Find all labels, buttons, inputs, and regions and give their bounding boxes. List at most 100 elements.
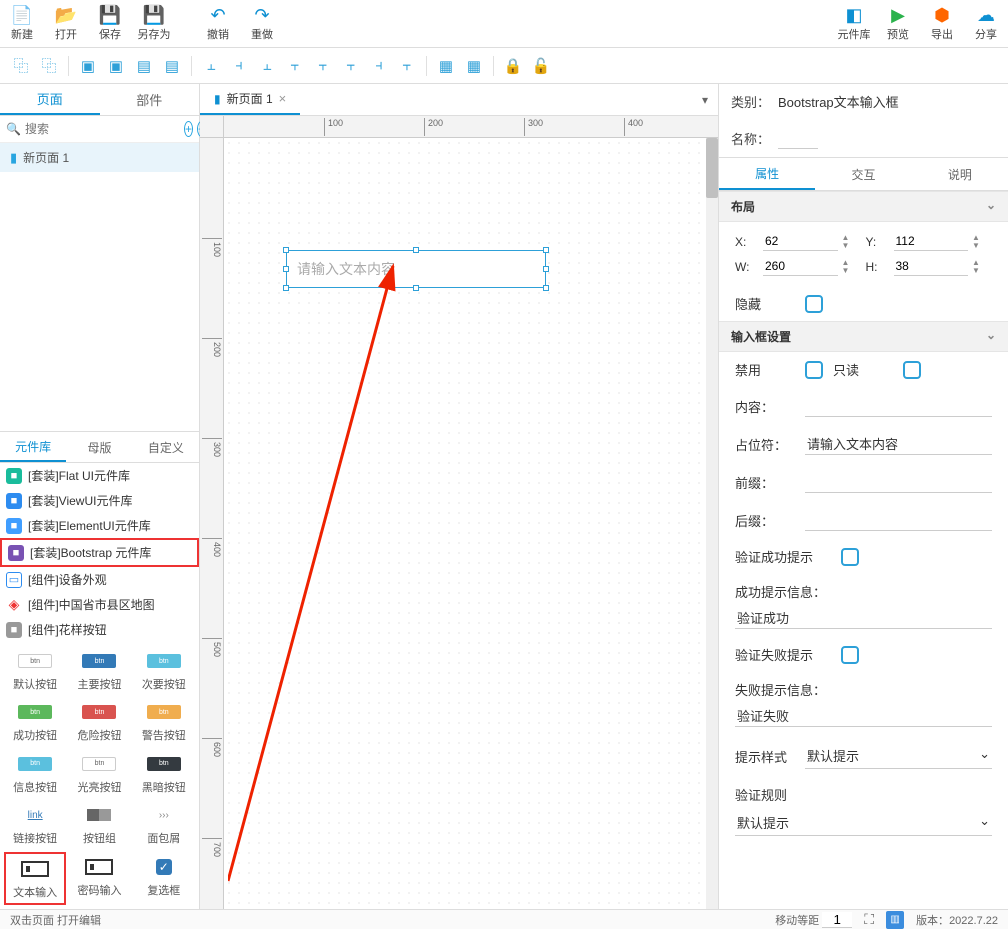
library-item[interactable]: ■[套装]ElementUI元件库 <box>0 513 199 538</box>
canvas-tab[interactable]: ▮ 新页面 1 × <box>200 84 300 115</box>
disable-checkbox[interactable] <box>805 361 823 379</box>
handle-e[interactable] <box>543 266 549 272</box>
widget-cell[interactable]: btn主要按钮 <box>68 646 130 695</box>
dist-v-icon[interactable]: ⫟ <box>394 53 420 79</box>
send-back-icon[interactable]: ▣ <box>103 53 129 79</box>
dist-h-icon[interactable]: ⫞ <box>366 53 392 79</box>
section-layout[interactable]: 布局⌄ <box>719 191 1008 222</box>
library-item[interactable]: ▭[组件]设备外观 <box>0 567 199 592</box>
share-button[interactable]: ☁分享 <box>964 0 1008 47</box>
widget-cell[interactable]: ›››面包屑 <box>133 800 195 849</box>
redo-button[interactable]: ↷重做 <box>240 0 284 47</box>
page-item[interactable]: ▮ 新页面 1 <box>0 143 199 172</box>
canvas[interactable]: 请输入文本内容 <box>224 138 706 909</box>
y-stepper[interactable]: ▲▼ <box>972 234 992 250</box>
libtab-custom[interactable]: 自定义 <box>133 432 199 462</box>
align-top-icon[interactable]: ⫟ <box>282 53 308 79</box>
libtab-library[interactable]: 元件库 <box>0 432 66 462</box>
widget-cell[interactable]: 按钮组 <box>68 800 130 849</box>
align-right-icon[interactable]: ⫠ <box>254 53 280 79</box>
x-input[interactable] <box>763 232 838 251</box>
widget-cell[interactable]: 文本输入 <box>4 852 66 905</box>
hidden-checkbox[interactable] <box>805 295 823 313</box>
scroll-thumb[interactable] <box>706 138 718 198</box>
handle-w[interactable] <box>283 266 289 272</box>
save-button[interactable]: 💾保存 <box>88 0 132 47</box>
widget-cell[interactable]: btn成功按钮 <box>4 697 66 746</box>
tab-interactions[interactable]: 交互 <box>815 158 911 190</box>
tab-pages[interactable]: 页面 <box>0 84 100 115</box>
group-icon[interactable]: ▦ <box>433 53 459 79</box>
y-input[interactable] <box>894 232 969 251</box>
tip-style-select[interactable]: 默认提示⌄ <box>805 743 992 769</box>
layout-icon[interactable]: ▥ <box>886 911 904 929</box>
widget-cell[interactable]: btn光亮按钮 <box>68 749 130 798</box>
widget-cell[interactable]: link链接按钮 <box>4 800 66 849</box>
fail-info-input[interactable] <box>735 705 992 727</box>
tab-parts[interactable]: 部件 <box>100 84 200 115</box>
fullscreen-icon[interactable]: ⛶ <box>864 911 874 928</box>
h-stepper[interactable]: ▲▼ <box>972 259 992 275</box>
tab-notes[interactable]: 说明 <box>912 158 1008 190</box>
placeholder-input[interactable] <box>805 433 992 455</box>
export-button[interactable]: ⬢导出 <box>920 0 964 47</box>
align-center-icon[interactable]: ⫞ <box>226 53 252 79</box>
libtab-master[interactable]: 母版 <box>66 432 132 462</box>
handle-se[interactable] <box>543 285 549 291</box>
handle-nw[interactable] <box>283 247 289 253</box>
valid-fail-checkbox[interactable] <box>841 646 859 664</box>
open-button[interactable]: 📂打开 <box>44 0 88 47</box>
more-tabs-button[interactable]: ▾ <box>692 93 718 107</box>
close-tab-button[interactable]: × <box>279 91 287 106</box>
h-input[interactable] <box>894 257 969 276</box>
readonly-checkbox[interactable] <box>903 361 921 379</box>
copy-icon[interactable]: ⿻ <box>8 53 34 79</box>
success-info-input[interactable] <box>735 607 992 629</box>
library-item[interactable]: ■[套装]ViewUI元件库 <box>0 488 199 513</box>
tab-properties[interactable]: 属性 <box>719 158 815 190</box>
handle-n[interactable] <box>413 247 419 253</box>
x-stepper[interactable]: ▲▼ <box>842 234 862 250</box>
undo-button[interactable]: ↶撤销 <box>196 0 240 47</box>
library-item[interactable]: ■[组件]花样按钮 <box>0 617 199 642</box>
widget-cell[interactable]: btn次要按钮 <box>133 646 195 695</box>
new-button[interactable]: 📄新建 <box>0 0 44 47</box>
content-input[interactable] <box>805 395 992 417</box>
name-input[interactable] <box>778 127 818 149</box>
valid-rule-select[interactable]: 默认提示⌄ <box>735 810 992 836</box>
suffix-input[interactable] <box>805 509 992 531</box>
widget-cell[interactable]: btn黑暗按钮 <box>133 749 195 798</box>
ungroup-icon[interactable]: ▦ <box>461 53 487 79</box>
preview-button[interactable]: ▶预览 <box>876 0 920 47</box>
bring-forward-icon[interactable]: ▤ <box>131 53 157 79</box>
align-bottom-icon[interactable]: ⫟ <box>338 53 364 79</box>
library-button[interactable]: ◧元件库 <box>832 0 876 47</box>
align-left-icon[interactable]: ⫠ <box>198 53 224 79</box>
handle-ne[interactable] <box>543 247 549 253</box>
move-input[interactable] <box>822 912 852 928</box>
valid-success-checkbox[interactable] <box>841 548 859 566</box>
unlock-icon[interactable]: 🔓 <box>528 53 554 79</box>
align-middle-icon[interactable]: ⫟ <box>310 53 336 79</box>
handle-s[interactable] <box>413 285 419 291</box>
widget-cell[interactable]: btn信息按钮 <box>4 749 66 798</box>
widget-cell[interactable]: 密码输入 <box>68 852 130 905</box>
widget-cell[interactable]: ✓复选框 <box>133 852 195 905</box>
section-input-config[interactable]: 输入框设置⌄ <box>719 321 1008 352</box>
prefix-input[interactable] <box>805 471 992 493</box>
w-input[interactable] <box>763 257 838 276</box>
w-stepper[interactable]: ▲▼ <box>842 259 862 275</box>
send-backward-icon[interactable]: ▤ <box>159 53 185 79</box>
widget-cell[interactable]: btn危险按钮 <box>68 697 130 746</box>
handle-sw[interactable] <box>283 285 289 291</box>
lock-icon[interactable]: 🔒 <box>500 53 526 79</box>
saveas-button[interactable]: 💾另存为 <box>132 0 176 47</box>
paste-icon[interactable]: ⿻ <box>36 53 62 79</box>
library-item[interactable]: ■[套装]Flat UI元件库 <box>0 463 199 488</box>
library-item[interactable]: ■[套装]Bootstrap 元件库 <box>0 538 199 567</box>
scrollbar-vertical[interactable] <box>706 138 718 909</box>
widget-cell[interactable]: btn默认按钮 <box>4 646 66 695</box>
selected-input-widget[interactable]: 请输入文本内容 <box>286 250 546 288</box>
add-page-button[interactable]: + <box>184 121 193 137</box>
library-item[interactable]: ◈[组件]中国省市县区地图 <box>0 592 199 617</box>
